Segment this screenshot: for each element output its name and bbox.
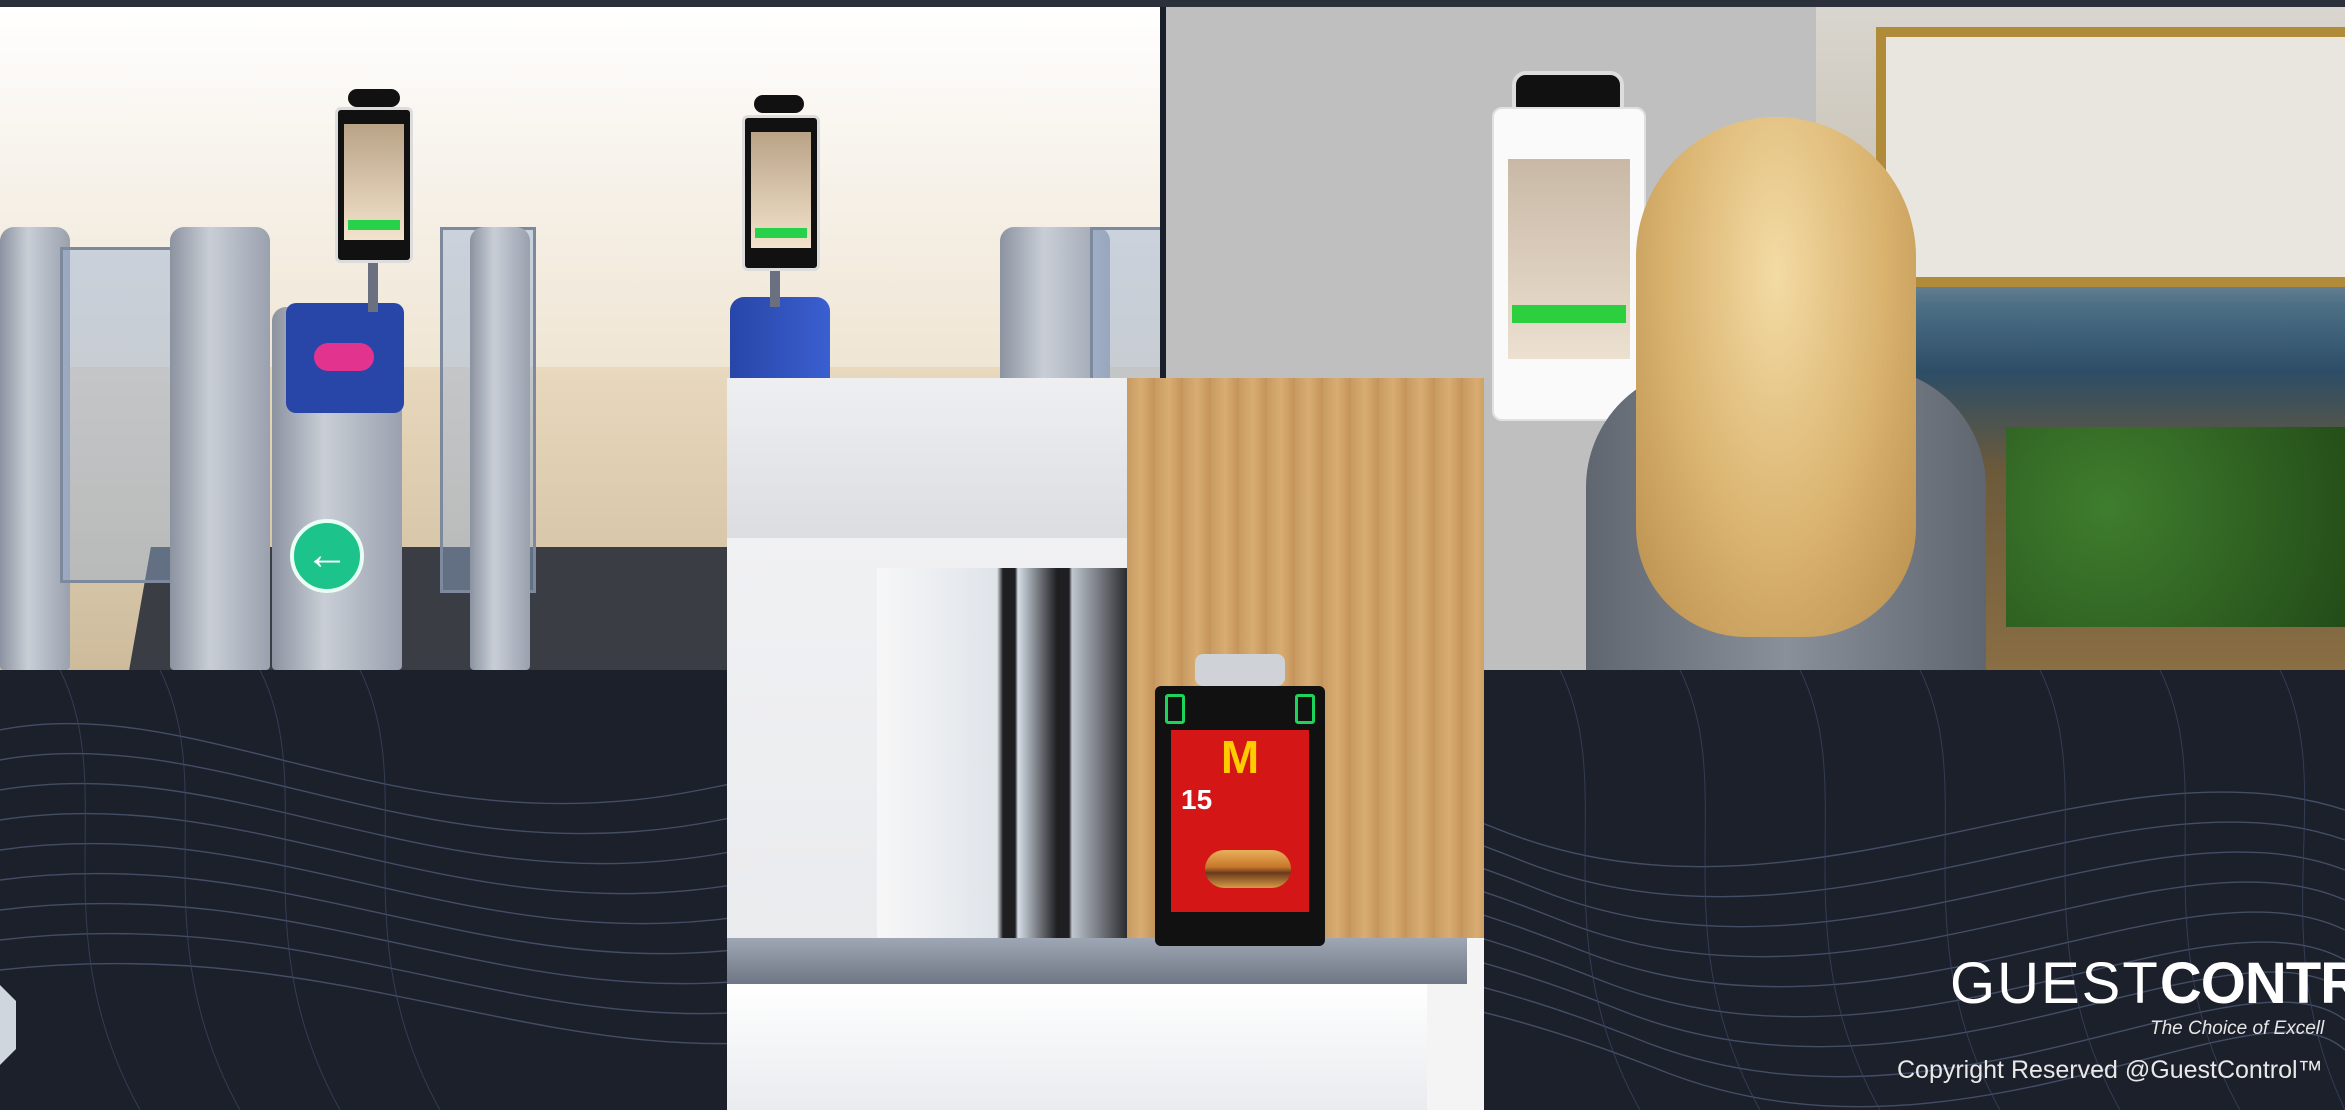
- kiosk-screen: [1508, 159, 1630, 359]
- face-recognition-kiosk: [1492, 107, 1646, 421]
- woman-hair: [1636, 117, 1916, 637]
- ceiling-fixture: [1876, 27, 2345, 287]
- camera-module: [348, 89, 400, 107]
- turnstile-right: [470, 227, 530, 670]
- face-recognition-device: [335, 107, 413, 263]
- face-recognition-device: [742, 115, 820, 271]
- copyright-text: Copyright Reserved @GuestControl™: [1897, 1056, 2323, 1084]
- promo-number: 15: [1181, 784, 1213, 815]
- status-led: [1165, 694, 1185, 724]
- tagline: The Choice of Excell: [2150, 1018, 2325, 1039]
- status-led: [1295, 694, 1315, 724]
- glass-panel: [60, 247, 176, 583]
- logo-part-guest: GUEST: [1950, 951, 2160, 1016]
- plants: [2006, 427, 2345, 627]
- ad-screen: M 15: [1171, 730, 1309, 912]
- turnstile-body: [170, 227, 270, 670]
- mcdonalds-logo: M: [1220, 731, 1260, 783]
- guestcontrol-logo: GUESTCONTRO: [1950, 950, 2345, 1017]
- counter-kiosk-device: M 15: [1155, 686, 1325, 946]
- counter-top: [727, 938, 1467, 984]
- device-pole: [368, 262, 378, 312]
- turnstile-distant: [730, 297, 830, 387]
- arrow-icon: ←: [290, 519, 364, 593]
- kiosk-status-bar: [1512, 305, 1626, 323]
- logo-part-control: CONTRO: [2159, 951, 2345, 1016]
- camera-module: [1195, 654, 1285, 686]
- camera-module: [754, 95, 804, 113]
- restaurant-counter-kiosk-photo: M 15: [727, 378, 1484, 1110]
- burger-image: [1205, 850, 1291, 888]
- top-edge-bar: [0, 0, 2345, 7]
- card-reader: [286, 303, 404, 413]
- device-pole: [770, 267, 780, 307]
- counter-front: [727, 984, 1427, 1110]
